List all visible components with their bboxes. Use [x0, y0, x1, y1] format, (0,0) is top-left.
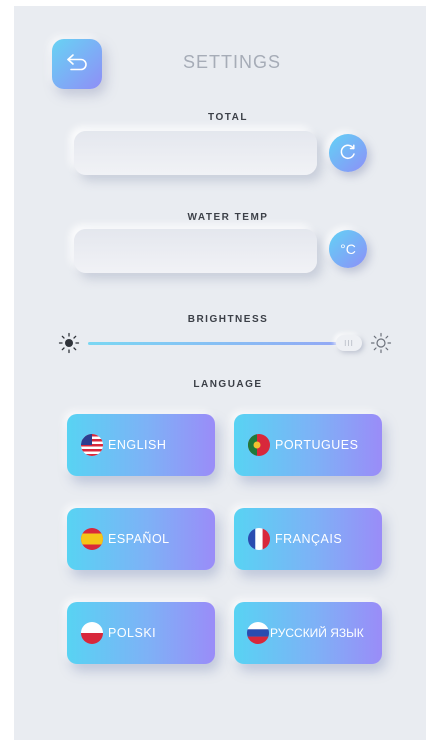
unit-label: °C — [340, 241, 356, 257]
language-label-polski: POLSKI — [108, 626, 157, 640]
language-option-english[interactable]: ENGLISH — [67, 414, 215, 476]
language-label-portugues: PORTUGUES — [275, 438, 359, 452]
language-option-russian[interactable]: РУССКИЙ ЯЗЫК — [234, 602, 382, 664]
language-label-russian: РУССКИЙ ЯЗЫК — [270, 626, 364, 640]
page-title: SETTINGS — [182, 52, 281, 72]
language-option-portugues[interactable]: PORTUGUES — [234, 414, 382, 476]
water-temp-label: WATER TEMP — [187, 212, 269, 223]
total-label: TOTAL — [208, 112, 248, 123]
france-flag-icon — [248, 528, 270, 550]
brightness-slider-track[interactable] — [88, 342, 350, 345]
language-label-francais: FRANÇAIS — [275, 532, 343, 546]
reset-icon — [338, 142, 358, 165]
language-label: LANGUAGE — [193, 379, 263, 390]
slider-thumb-grip: III — [344, 338, 354, 348]
total-field[interactable] — [74, 131, 317, 175]
russia-flag-icon — [247, 622, 269, 644]
brightness-label: BRIGHTNESS — [187, 314, 269, 325]
language-label-english: ENGLISH — [108, 438, 167, 452]
sun-bright-icon — [370, 332, 392, 359]
sun-dim-icon — [58, 332, 80, 359]
water-temp-field[interactable] — [74, 229, 317, 273]
brightness-slider-thumb[interactable]: III — [336, 335, 362, 351]
us-flag-icon — [81, 434, 103, 456]
settings-screen: SETTINGS TOTAL WATER TEMP °C BRIGHTNESS — [14, 6, 426, 740]
language-option-polski[interactable]: POLSKI — [67, 602, 215, 664]
language-label-espanol: ESPAÑOL — [108, 532, 170, 546]
portugal-flag-icon — [248, 434, 270, 456]
language-option-francais[interactable]: FRANÇAIS — [234, 508, 382, 570]
poland-flag-icon — [81, 622, 103, 644]
spain-flag-icon — [81, 528, 103, 550]
unit-button[interactable]: °C — [329, 230, 367, 268]
language-option-espanol[interactable]: ESPAÑOL — [67, 508, 215, 570]
reset-button[interactable] — [329, 134, 367, 172]
